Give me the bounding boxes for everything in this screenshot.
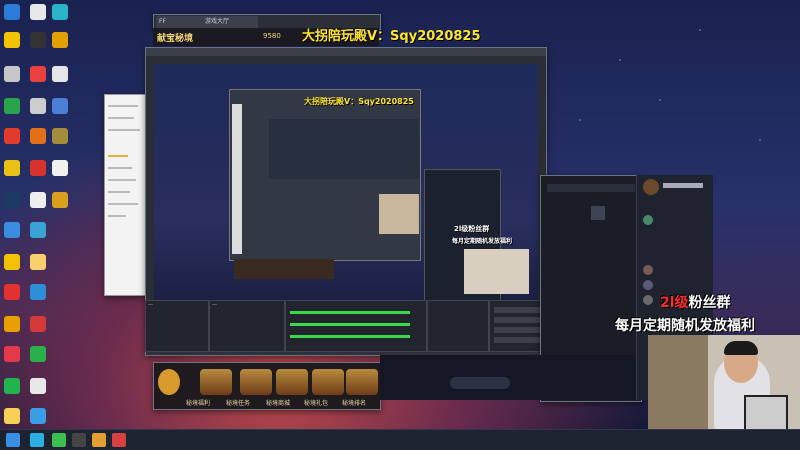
nvidia-icon[interactable] — [4, 98, 20, 114]
app-icon[interactable] — [30, 408, 46, 424]
wechat-icon[interactable] — [4, 378, 20, 394]
file-icon[interactable] — [30, 4, 46, 20]
windows-start-icon[interactable] — [6, 433, 20, 447]
nested-fans-text: 2l级粉丝群 — [454, 225, 490, 233]
app-icon[interactable] — [52, 32, 68, 48]
app-icon[interactable] — [30, 346, 46, 362]
fans-group-label: 粉丝群 — [688, 295, 731, 311]
game-button[interactable] — [312, 369, 344, 395]
app-icon[interactable] — [4, 222, 20, 238]
game-button-label: 秘境商城 — [265, 400, 290, 407]
gold-count: 9580 — [263, 32, 281, 40]
app-icon[interactable] — [52, 128, 68, 144]
file-explorer-window[interactable] — [104, 94, 148, 296]
taskbar — [0, 429, 800, 450]
app-icon[interactable] — [30, 284, 46, 300]
app-icon[interactable] — [92, 433, 106, 447]
app-icon[interactable] — [4, 32, 20, 48]
app-icon[interactable] — [4, 254, 20, 270]
app-icon[interactable] — [52, 66, 68, 82]
app-icon[interactable] — [30, 378, 46, 394]
app-icon[interactable] — [4, 128, 20, 144]
fans-group-title: 2l级粉丝群 — [660, 292, 731, 312]
steam-icon[interactable] — [4, 192, 20, 208]
fans-level: 2l级 — [660, 295, 689, 311]
nested-promo-text: 大拐陪玩殿V：Sqy2020825 — [304, 97, 414, 106]
back-icon[interactable] — [158, 369, 180, 395]
nested-fans-text-2: 每月定期随机发放福利 — [452, 238, 513, 245]
app-icon[interactable] — [30, 32, 46, 48]
game-button[interactable] — [346, 369, 378, 395]
app-icon[interactable] — [30, 222, 46, 238]
webcam-feed — [648, 335, 800, 431]
scenes-panel[interactable]: — — [145, 300, 209, 352]
game-button-label: 秘境礼包 — [303, 400, 328, 407]
game-button[interactable] — [200, 369, 232, 395]
app-icon[interactable] — [52, 433, 66, 447]
browser-tab[interactable]: FF — [156, 16, 202, 28]
app-icon[interactable] — [4, 160, 20, 176]
edge-icon[interactable] — [52, 4, 68, 20]
app-icon[interactable] — [4, 284, 20, 300]
game-button-label: 秘境福利 — [185, 400, 210, 407]
controls-panel[interactable] — [489, 300, 547, 352]
game-title: 献宝秘境 — [157, 34, 194, 44]
app-icon[interactable] — [52, 192, 68, 208]
app-icon[interactable] — [72, 433, 86, 447]
audio-mixer-panel[interactable] — [285, 300, 427, 352]
game-button-label: 秘境排名 — [341, 400, 366, 407]
folder-icon[interactable] — [4, 408, 20, 424]
app-icon[interactable] — [30, 160, 46, 176]
app-icon[interactable] — [30, 66, 46, 82]
obs-preview[interactable]: 大拐陪玩殿V：Sqy2020825 2l级粉丝群 每月定期随机发放福利 — [154, 64, 538, 332]
transitions-panel[interactable] — [427, 300, 489, 352]
app-icon[interactable] — [30, 128, 46, 144]
browser-tab[interactable]: 游戏大厅 — [202, 16, 258, 28]
computer-icon[interactable] — [4, 4, 20, 20]
game-button-label: 秘境任务 — [225, 400, 250, 407]
app-icon[interactable] — [30, 192, 46, 208]
game-button[interactable] — [276, 369, 308, 395]
app-icon[interactable] — [30, 316, 46, 332]
game-panel[interactable]: 秘境福利 秘境任务 秘境商城 秘境礼包 秘境排名 — [153, 362, 381, 410]
promo-banner: 大拐陪玩殿V：Sqy2020825 — [302, 29, 481, 44]
app-icon[interactable] — [30, 98, 46, 114]
obs-titlebar — [146, 48, 546, 56]
folder-icon[interactable] — [30, 254, 46, 270]
app-icon[interactable] — [52, 98, 68, 114]
app-icon[interactable] — [4, 316, 20, 332]
game-client-bottom — [380, 355, 638, 400]
app-icon[interactable] — [4, 346, 20, 362]
edge-icon[interactable] — [30, 433, 44, 447]
desktop-icons — [0, 0, 80, 430]
app-icon[interactable] — [112, 433, 126, 447]
fans-welfare-text: 每月定期随机发放福利 — [615, 318, 755, 334]
app-icon[interactable] — [4, 66, 20, 82]
sources-panel[interactable]: — — [209, 300, 285, 352]
game-button[interactable] — [240, 369, 272, 395]
app-icon[interactable] — [52, 160, 68, 176]
